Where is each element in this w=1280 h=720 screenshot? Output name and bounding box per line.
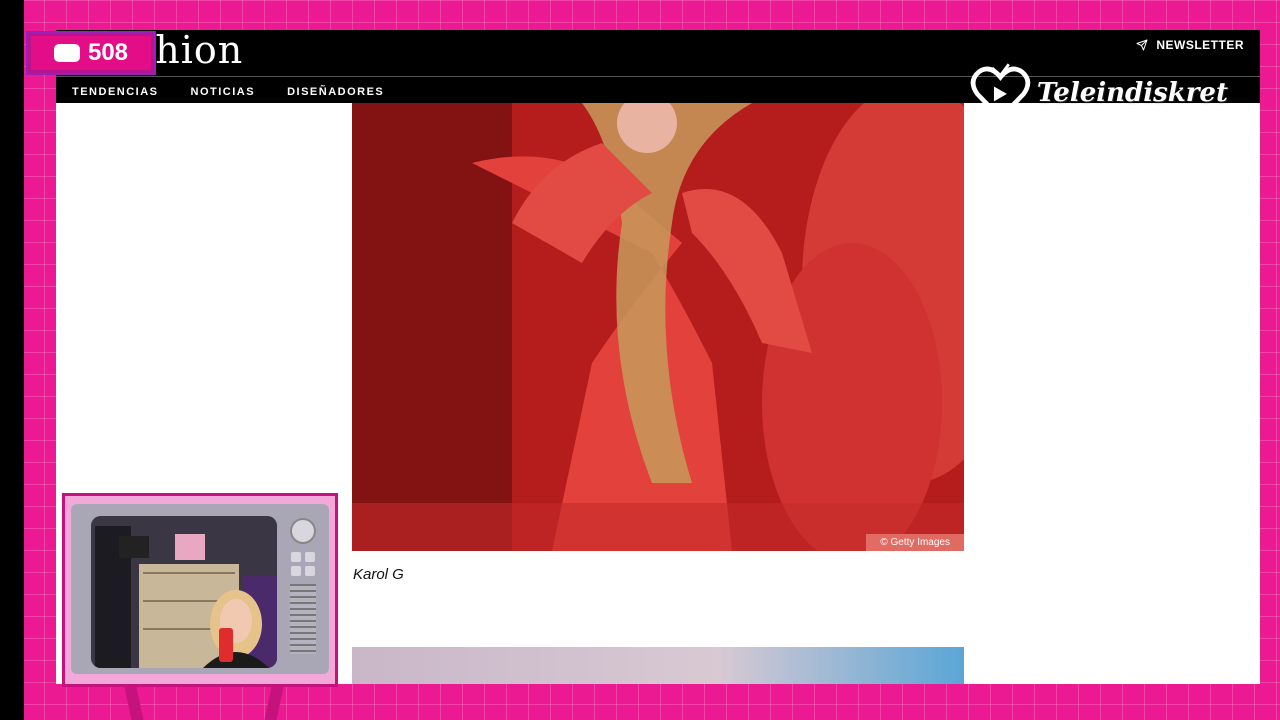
article-photo[interactable]: © Getty Images bbox=[352, 103, 964, 551]
nav-item-disenadores[interactable]: DISEÑADORES bbox=[287, 86, 384, 98]
newsletter-label: NEWSLETTER bbox=[1156, 38, 1244, 52]
photo-illustration bbox=[352, 103, 964, 551]
webcam-feed bbox=[91, 516, 277, 668]
main-nav: TENDENCIAS NOTICIAS DISEÑADORES bbox=[72, 86, 384, 98]
channel-logo: Teleindiskret bbox=[968, 58, 1228, 128]
left-border bbox=[0, 0, 24, 720]
tv-heart-icon bbox=[970, 63, 1031, 122]
tv-control-panel bbox=[287, 518, 319, 668]
channel-name: Teleindiskret bbox=[1036, 78, 1228, 108]
webcam-scene bbox=[91, 516, 277, 668]
nav-item-noticias[interactable]: NOTICIAS bbox=[191, 86, 256, 98]
next-article-photo[interactable] bbox=[352, 647, 964, 684]
newsletter-button[interactable]: NEWSLETTER bbox=[1136, 38, 1244, 52]
viewer-count: 508 bbox=[87, 39, 129, 66]
webcam-tv-frame bbox=[62, 493, 338, 687]
nav-item-tendencias[interactable]: TENDENCIAS bbox=[72, 86, 159, 98]
tv-speaker bbox=[290, 584, 316, 654]
tv-legs bbox=[118, 687, 290, 720]
viewer-count-badge: 508 bbox=[28, 33, 154, 73]
tv-buttons bbox=[291, 552, 315, 576]
youtube-icon bbox=[53, 44, 80, 62]
send-icon bbox=[1136, 39, 1148, 51]
tv-knob-icon bbox=[290, 518, 316, 544]
photo-credit: © Getty Images bbox=[866, 534, 964, 551]
tv-body bbox=[71, 504, 329, 674]
photo-caption: Karol G bbox=[353, 566, 404, 583]
